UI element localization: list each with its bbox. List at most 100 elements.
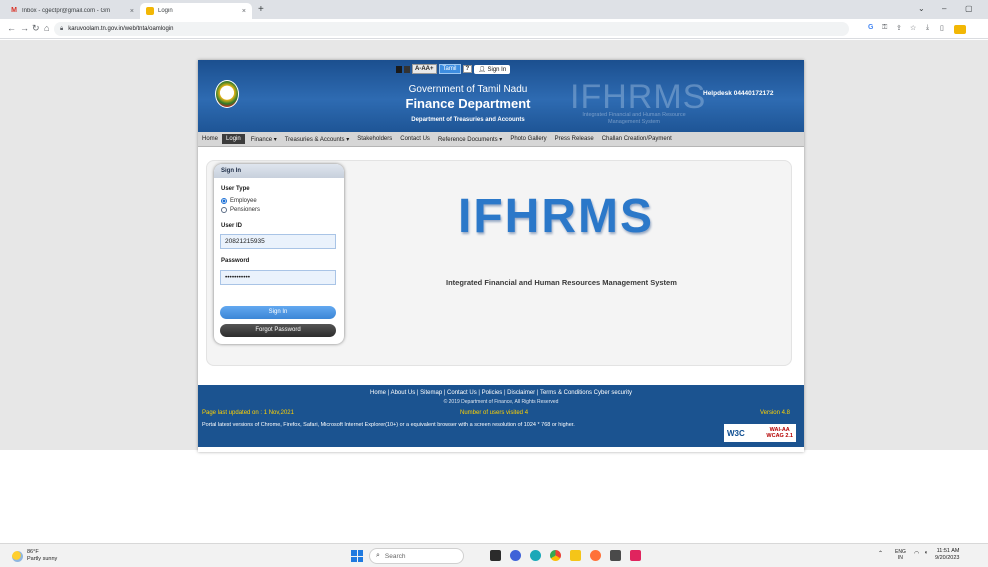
tray-chevron-icon[interactable]: ⌃ — [878, 550, 883, 557]
taskbar-search[interactable]: ⌕ Search — [369, 548, 464, 564]
tab-gmail[interactable]: M Inbox - cgectpr@gmail.com - Gm × — [4, 3, 140, 19]
tab-search-icon[interactable]: ⌄ — [918, 4, 925, 13]
maximize-button[interactable]: ▢ — [965, 4, 973, 13]
nav-treasuries-accounts[interactable]: Treasuries & Accounts ▾ — [285, 136, 349, 143]
header-signin-link[interactable]: 👤︎ Sign In — [474, 64, 511, 74]
radio-pensioners[interactable]: Pensioners — [221, 207, 260, 213]
partly-sunny-icon — [12, 550, 23, 562]
taskbar-search-placeholder: Search — [384, 552, 406, 560]
tab-login[interactable]: Login × — [140, 3, 252, 19]
tamil-language-button[interactable]: Tamil — [438, 64, 461, 74]
forgot-password-button[interactable]: Forgot Password — [220, 324, 336, 337]
lock-icon: 🔒︎ — [60, 25, 64, 32]
chrome-icon[interactable] — [550, 550, 561, 561]
profile-icon[interactable] — [954, 25, 966, 34]
site-icon — [146, 7, 154, 15]
search-icon: ⌕ — [376, 552, 380, 559]
ifhrms-watermark-sub: Integrated Financial and Human Resource … — [582, 112, 686, 125]
visitor-count: Number of users visited 4 — [460, 410, 529, 416]
chat-icon[interactable] — [510, 550, 521, 561]
wifi-icon[interactable]: ◠ — [914, 550, 919, 557]
clock-date: 9/20/2023 — [935, 555, 960, 561]
address-bar[interactable]: 🔒︎ karuvoolam.tn.gov.in/web/tnta/oamlogi… — [54, 22, 849, 36]
wcag-label: WCAG 2.1 — [766, 433, 793, 439]
store-icon[interactable] — [630, 550, 641, 561]
close-tab-icon[interactable]: × — [130, 8, 134, 15]
login-form: Sign In User Type Employee Pensioners Us… — [214, 164, 344, 344]
gov-title: Government of Tamil Nadu — [408, 84, 528, 95]
volume-icon[interactable]: ◖ — [924, 550, 928, 556]
close-tab-icon[interactable]: × — [242, 8, 246, 15]
system-clock[interactable]: 11:51 AM 9/20/2023 — [935, 548, 959, 562]
download-icon[interactable]: ⤓ — [926, 24, 929, 32]
radio-employee-label: Employee — [230, 198, 257, 204]
ifhrms-hero-subtitle: Integrated Financial and Human Resources… — [446, 278, 677, 287]
tab-title: Inbox - cgectpr@gmail.com - Gm — [22, 8, 111, 14]
file-explorer-icon[interactable] — [570, 550, 581, 561]
password-label: Password — [221, 258, 250, 264]
screen-reader-icon[interactable] — [396, 65, 402, 73]
language-indicator[interactable]: ENG IN — [895, 549, 906, 561]
site-container: A-AA+ Tamil ? 👤︎ Sign In Government of T… — [198, 60, 804, 452]
password-key-icon[interactable]: ⚿ — [882, 24, 887, 32]
nav-photo-gallery[interactable]: Photo Gallery — [510, 136, 546, 142]
print-icon[interactable] — [404, 65, 410, 73]
help-button[interactable]: ? — [462, 65, 473, 73]
start-button-icon[interactable] — [351, 550, 363, 562]
side-panel-icon[interactable]: ▯ — [940, 24, 944, 32]
signin-button[interactable]: Sign In — [220, 306, 336, 319]
radio-employee[interactable]: Employee — [221, 198, 257, 204]
nav-stakeholders[interactable]: Stakeholders — [357, 136, 392, 142]
nav-challan[interactable]: Challan Creation/Payment — [602, 136, 672, 142]
site-header: A-AA+ Tamil ? 👤︎ Sign In Government of T… — [198, 60, 804, 132]
w3c-logo: W3C — [727, 428, 745, 438]
nav-contact-us[interactable]: Contact Us — [400, 136, 430, 142]
weather-widget[interactable]: 86°F Partly sunny — [12, 549, 57, 563]
share-icon[interactable]: ⇪ — [896, 24, 902, 32]
header-signin-label: Sign In — [487, 66, 507, 73]
windows-taskbar: 86°F Partly sunny ⌕ Search ⌃ ENG IN ◠ ◖ … — [0, 543, 988, 567]
accessibility-bar: A-AA+ Tamil ? 👤︎ Sign In — [396, 63, 511, 75]
login-form-title: Sign In — [214, 164, 344, 178]
minimize-button[interactable]: – — [942, 4, 946, 13]
radio-unchecked-icon — [221, 207, 227, 213]
url-text: karuvoolam.tn.gov.in/web/tnta/oamlogin — [68, 26, 174, 32]
nav-login[interactable]: Login — [222, 134, 245, 144]
nav-home[interactable]: Home — [202, 136, 218, 142]
forward-icon[interactable]: → — [20, 23, 29, 33]
wai-badge: WAI-AA WCAG 2.1 — [766, 427, 793, 439]
w3c-wai-badge[interactable]: W3C WAI-AA WCAG 2.1 — [724, 424, 796, 442]
nav-reference-documents[interactable]: Reference Documents ▾ — [438, 136, 502, 143]
font-size-controls[interactable]: A-AA+ — [412, 64, 437, 74]
footer-links[interactable]: Home | About Us | Sitemap | Contact Us |… — [198, 390, 804, 396]
new-tab-button[interactable]: + — [258, 4, 264, 15]
password-input[interactable]: ••••••••••• — [220, 270, 336, 285]
task-view-icon[interactable] — [490, 550, 501, 561]
helpdesk-number: Helpdesk 04440172172 — [703, 90, 774, 97]
edge-icon[interactable] — [530, 550, 541, 561]
page-viewport: A-AA+ Tamil ? 👤︎ Sign In Government of T… — [0, 40, 988, 452]
gmail-icon: M — [11, 7, 17, 14]
back-icon[interactable]: ← — [7, 23, 16, 33]
ifhrms-hero-title: IFHRMS — [458, 190, 654, 243]
google-icon[interactable]: G — [868, 24, 873, 31]
reload-icon[interactable]: ↻ — [32, 23, 40, 34]
browser-toolbar: ← → ↻ ⌂ 🔒︎ karuvoolam.tn.gov.in/web/tnta… — [0, 19, 988, 39]
nav-finance[interactable]: Finance ▾ — [251, 136, 277, 143]
dept-title: Finance Department — [405, 96, 531, 111]
bookmark-star-icon[interactable]: ☆ — [910, 24, 916, 32]
userid-input[interactable]: 20821215935 — [220, 234, 336, 249]
radio-checked-icon — [221, 198, 227, 204]
browser-tab-strip: M Inbox - cgectpr@gmail.com - Gm × Login… — [0, 0, 988, 19]
app-icon[interactable] — [610, 550, 621, 561]
main-nav: Home Login Finance ▾ Treasuries & Accoun… — [198, 132, 804, 147]
tab-title: Login — [158, 8, 173, 14]
userid-label: User ID — [221, 223, 243, 229]
lang-region: IN — [897, 555, 903, 561]
firefox-icon[interactable] — [590, 550, 601, 561]
dept-subtitle: Department of Treasuries and Accounts — [411, 117, 525, 123]
footer-copyright: © 2019 Department of Finance, All Rights… — [443, 399, 559, 405]
browser-support-note: Portal latest versions of Chrome, Firefo… — [202, 422, 575, 428]
home-icon[interactable]: ⌂ — [44, 23, 49, 33]
nav-press-release[interactable]: Press Release — [555, 136, 594, 142]
